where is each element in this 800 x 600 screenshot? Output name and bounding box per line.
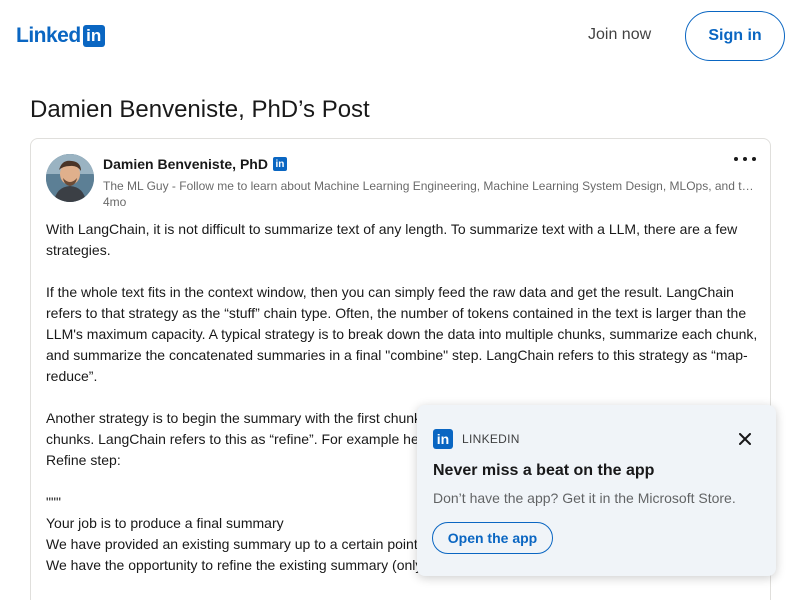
dot — [752, 157, 756, 161]
post-paragraph: With LangChain, it is not difficult to s… — [46, 221, 742, 258]
author-name-text: Damien Benveniste, PhD — [103, 156, 268, 172]
dot — [734, 157, 738, 161]
linkedin-badge-icon: in — [272, 157, 287, 171]
join-now-button[interactable]: Join now — [572, 16, 667, 54]
toast-title: Never miss a beat on the app — [433, 462, 655, 479]
linkedin-logo[interactable]: Linked in — [16, 24, 105, 48]
author-avatar[interactable] — [46, 154, 94, 202]
top-nav: Linked in Join now Sign in — [0, 0, 800, 72]
linkedin-logo-icon: in — [433, 429, 453, 449]
app-promo-toast: in LINKEDIN Never miss a beat on the app… — [417, 405, 776, 576]
toast-subtitle: Don’t have the app? Get it in the Micros… — [433, 490, 736, 506]
author-name[interactable]: Damien Benveniste, PhD in — [103, 156, 287, 172]
open-app-button[interactable]: Open the app — [432, 522, 553, 554]
logo-wordmark: Linked — [16, 24, 81, 47]
post-timestamp: 4mo — [103, 195, 127, 209]
dot — [743, 157, 747, 161]
more-options-icon[interactable] — [733, 151, 757, 167]
close-icon[interactable] — [735, 429, 755, 449]
post-paragraph: If the whole text fits in the context wi… — [46, 284, 762, 384]
logo-in-icon: in — [82, 25, 105, 47]
sign-in-button[interactable]: Sign in — [685, 11, 785, 61]
author-headline: The ML Guy - Follow me to learn about Ma… — [103, 179, 755, 193]
toast-brand: LINKEDIN — [462, 432, 520, 446]
page-title: Damien Benveniste, PhD’s Post — [30, 96, 370, 123]
